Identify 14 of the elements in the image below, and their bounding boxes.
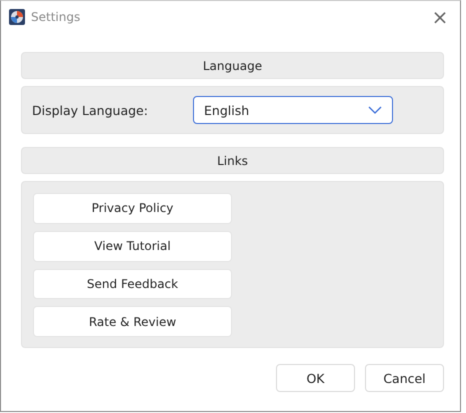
link-button[interactable]: Privacy Policy xyxy=(33,193,232,224)
window-title: Settings xyxy=(31,10,82,24)
display-language-label: Display Language: xyxy=(32,102,149,118)
link-button[interactable]: Rate & Review xyxy=(33,306,232,337)
app-icon xyxy=(9,8,25,24)
link-button[interactable]: View Tutorial xyxy=(33,230,232,262)
dialog-button[interactable]: OK xyxy=(276,364,355,392)
link-button[interactable]: Send Feedback xyxy=(33,268,232,300)
language-dropdown[interactable]: English xyxy=(193,96,393,124)
dialog-button[interactable]: Cancel xyxy=(365,364,444,392)
close-button[interactable]: × xyxy=(420,2,460,32)
section-header: Language xyxy=(21,52,444,79)
chevron-down-icon xyxy=(368,106,382,114)
section-header: Links xyxy=(21,147,444,174)
